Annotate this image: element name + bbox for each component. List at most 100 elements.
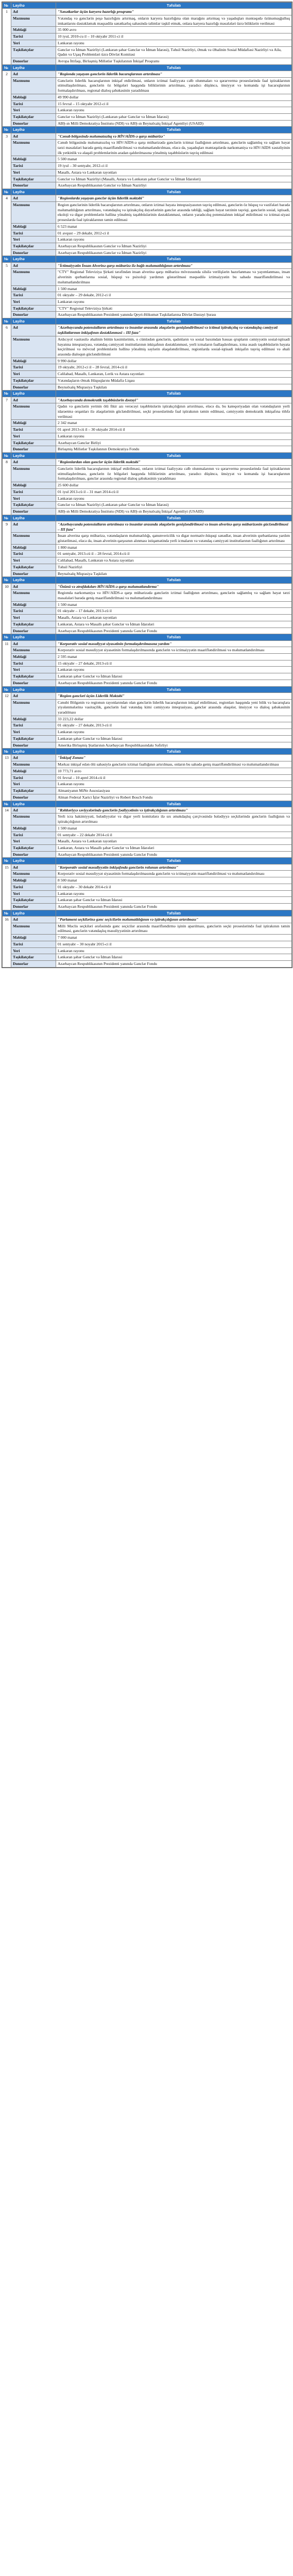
project-row-project-title: 3 Ad "Cənub bölgəsində məlumatsızlıq və Hİ…	[2, 132, 292, 190]
project-content: Yerli icra hakimiyyəti, bələdiyyələr və …	[56, 813, 292, 825]
project-content: Cənub bölgəsində məlumatsızlıq və HİV/Aİ…	[56, 139, 292, 157]
project-row-project-date: Tarixi 01 sentyabr, 2013-cü il – 28 fevra…	[3, 550, 292, 558]
project-title: "Parlament seçkilərinə gənc seçicilərin …	[56, 916, 292, 923]
field-label-mezmun: Məzmunu	[11, 761, 56, 768]
project-location: Cəlilabad, Masallı, Lənkəran və Astara r…	[56, 557, 292, 564]
project-number: 6	[2, 324, 11, 391]
project-number: 4	[2, 195, 11, 257]
field-label-ad: Ad	[11, 324, 56, 336]
project-header-row: № Layihə Təfsilatı	[2, 189, 292, 196]
project-header-row: № Layihə Təfsilatı	[2, 634, 292, 641]
project-row-project-title: 6 Ad "Azərbaycanda potensialların artırılm…	[2, 324, 292, 391]
project-row-project-organizers: Təşkilatçılar Vətəndaşların Əmək Hüquqlar…	[3, 377, 292, 384]
project-row-project-organizers: Təşkilatçılar Lənkəran şəhər Gənclər və İ…	[3, 673, 292, 680]
project-row-project-organizers: Təşkilatçılar Lənkəran, Astara və Masallı…	[3, 844, 292, 852]
project-title: "Azərbaycanda potensialların artırılması…	[56, 324, 292, 336]
project-row-project-organizers: Təşkilatçılar Gənclər və İdman Nazirliyi …	[3, 175, 292, 183]
project-row-project-title: 13 Ad "İnkişaf Zonası"	[2, 754, 292, 801]
project-row-project-location: Yeri Lənkəran rayonu	[3, 236, 292, 244]
project-date: 01 oktyabr – 29 dekabr, 2012-ci il	[56, 292, 292, 299]
project-location: Masallı, Astara və Lənkəran rayonları	[56, 838, 292, 845]
field-label-tarix: Tarixi	[11, 883, 56, 891]
project-number: 1	[2, 8, 11, 65]
project-organizers: "CTV" Regional Televiziya Şirkəti	[56, 304, 292, 312]
field-label-teshkilatci: Təşkilatçılar	[11, 896, 56, 904]
project-donors: ABŞ-ın Milli Demokratiya İnstitutu (NDI)…	[56, 120, 292, 127]
header-no: №	[2, 857, 11, 865]
project-amount: 7 000 manat	[56, 934, 292, 941]
field-label-meblegh: Məbləği	[11, 223, 56, 230]
field-label-donor: Donorlar	[11, 311, 56, 319]
header-details: Təfsilatı	[56, 634, 292, 641]
project-title: "Rəhbəriyyə səviyyələrində gənclərin fəa…	[56, 806, 292, 814]
project-row-project-content: Məzmunu Yerli icra hakimiyyəti, bələdiyyə…	[3, 813, 292, 825]
field-label-mezmun: Məzmunu	[11, 139, 56, 157]
project-date: 01 sentyabr – 22 dekabr 2014-cü il	[56, 831, 292, 839]
field-label-teshkilatci: Təşkilatçılar	[11, 735, 56, 742]
project-row-project-amount: Məbləği 8 500 manat	[3, 877, 292, 884]
project-title: "Cənub bölgəsində məlumatsızlıq və HİV/A…	[56, 132, 292, 140]
project-row-project-amount: Məbləği 1 500 manat	[3, 824, 292, 832]
project-content: Mərkəz inkişaf edən ölü sahəsiylə gənclə…	[56, 761, 292, 768]
field-label-mezmun: Məzmunu	[11, 922, 56, 935]
project-row-project-amount: Məbləği 1 500 manat	[3, 601, 292, 608]
header-no: №	[2, 2, 11, 9]
project-row-project-donors: Donorlar ABŞ-ın Milli Demokratiya İnstitu…	[3, 120, 292, 127]
project-title: "Regionda yaşayan gənclərin liderlik bac…	[56, 70, 292, 78]
project-location: Lənkəran rayonu	[56, 432, 292, 440]
header-project: Layihə	[11, 452, 56, 460]
header-details: Təfsilatı	[56, 452, 292, 460]
header-details: Təfsilatı	[56, 577, 292, 584]
field-label-mezmun: Məzmunu	[11, 403, 56, 420]
field-label-meblegh: Məbləği	[11, 824, 56, 832]
field-label-ad: Ad	[11, 754, 56, 762]
header-no: №	[2, 64, 11, 71]
project-date: 01 aprel 2013-cü il – 30 oktyabr 2014-cü…	[56, 426, 292, 433]
project-row-project-title: 7 Ad "Azərbaycanda demokratik təşəbbüsləri…	[2, 396, 292, 453]
project-row-project-date: Tarixi 01 fevral – 10 aprel 2014-cü il	[3, 774, 292, 782]
header-no: №	[2, 909, 11, 917]
header-details: Təfsilatı	[56, 514, 292, 521]
project-row-project-donors: Donorlar Azərbaycan Respublikasının Prezi…	[3, 311, 292, 319]
projects-table: № Layihə Təfsilatı 1 Ad "Sənətkarlar üçün kar…	[2, 2, 292, 968]
project-row-project-location: Yeri Lənkəran rayonu	[3, 39, 292, 47]
projects-document: № Layihə Təfsilatı 1 Ad "Sənətkarlar üçün kar…	[2, 2, 292, 968]
field-label-yer: Yeri	[11, 107, 56, 114]
project-row-project-content: Məzmunu Korporativ sosial məsuliyyət siya…	[3, 647, 292, 654]
project-location: Masallı, Astara və Lənkəran rayonları	[56, 614, 292, 621]
project-organizers: Gənclər və İdman Nazirliyi (Lənkəran şəh…	[56, 501, 292, 509]
field-label-mezmun: Məzmunu	[11, 813, 56, 825]
project-row-project-organizers: Təşkilatçılar Azərbaycan Gənclər Birliyi	[3, 439, 292, 447]
project-location: Lənkəran rayonu	[56, 495, 292, 502]
project-row-project-amount: Məbləği 35 000 avro	[3, 26, 292, 34]
field-label-teshkilatci: Təşkilatçılar	[11, 673, 56, 680]
project-row-project-date: Tarixi 01 oktyabr – 30 dekabr 2014-cü il	[3, 883, 292, 891]
project-row-project-organizers: Təşkilatçılar Almaniyanın MiNe Assosiasiy…	[3, 787, 292, 794]
project-row-project-organizers: Təşkilatçılar Lənkəran şəhər Gənclər və İ…	[3, 954, 292, 961]
header-project: Layihə	[11, 126, 56, 133]
project-row-project-title: 16 Ad "Parlament seçkilərinə gənc seçicilə…	[2, 916, 292, 968]
project-row-project-date: Tarixi 01 sentyabr – 30 noyabr 2015-ci il	[3, 940, 292, 948]
field-label-yer: Yeri	[11, 666, 56, 674]
field-label-donor: Donorlar	[11, 383, 56, 391]
project-amount: 49 990 dollar	[56, 93, 292, 101]
project-row-project-location: Yeri Masallı, Astara və Lənkəran rayonlar…	[3, 838, 292, 845]
field-label-yer: Yeri	[11, 236, 56, 244]
project-date: 01 oktyabr – 17 dekabr, 2013-cü il	[56, 607, 292, 615]
header-details: Təfsilatı	[56, 909, 292, 917]
project-row-project-title: 12 Ad "Region gəncləri üçün Liderlik Məktə…	[2, 692, 292, 749]
project-donors: Azərbaycan Respublikasının Gənclər və İd…	[56, 249, 292, 257]
project-row-project-organizers: Təşkilatçılar Azərbaycan Respublikasının …	[3, 243, 292, 250]
project-donors: Azərbaycan Respublikasının Prezidenti ya…	[56, 627, 292, 635]
project-row-project-date: Tarixi 10 iyul, 2010-cu il – 10 oktyabr 2…	[3, 33, 292, 40]
header-no: №	[2, 800, 11, 807]
project-date: 19 iyul – 30 sentyabr, 2012-ci il	[56, 162, 292, 170]
field-label-donor: Donorlar	[11, 627, 56, 635]
project-row-project-location: Yeri Cəlilabad, Masallı, Lənkəran, Lerik …	[3, 370, 292, 378]
project-row-project-amount: Məbləği 1 800 manat	[3, 544, 292, 551]
field-label-ad: Ad	[11, 195, 56, 202]
project-number: 14	[2, 806, 11, 858]
field-label-mezmun: Məzmunu	[11, 465, 56, 483]
field-label-ad: Ad	[11, 396, 56, 404]
field-label-yer: Yeri	[11, 298, 56, 306]
